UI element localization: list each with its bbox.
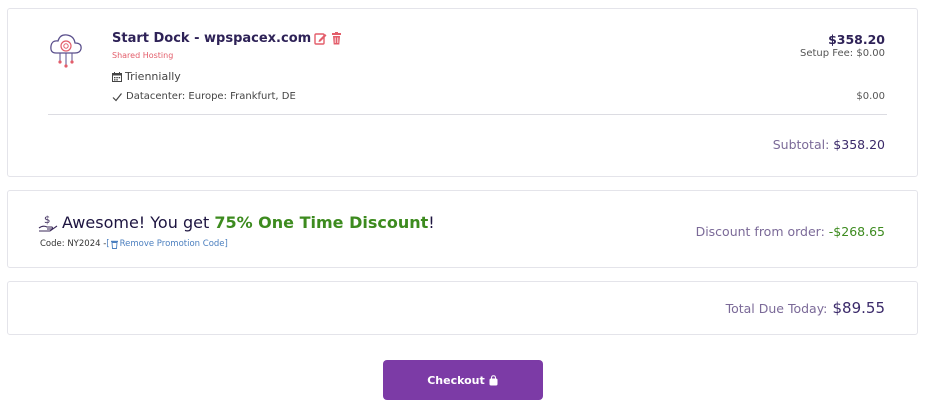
discount-card: $ Awesome! You get 75% One Time Discount… <box>7 190 918 268</box>
total-card: Total Due Today: $89.55 <box>7 281 918 335</box>
subtotal: Subtotal: $358.20 <box>773 137 885 152</box>
total-due: Total Due Today: $89.55 <box>726 298 885 317</box>
total-due-label: Total Due Today: <box>725 301 828 316</box>
cloud-server-icon <box>50 34 82 68</box>
product-name-text: Start Dock - wpspacex.com <box>112 31 312 46</box>
svg-text:$: $ <box>44 215 50 226</box>
edit-icon[interactable] <box>314 32 327 45</box>
config-option-price: $0.00 <box>856 91 885 102</box>
trash-icon[interactable] <box>330 32 343 45</box>
discount-amount: Discount from order: -$268.65 <box>696 224 885 239</box>
discount-amount-label: Discount from order: <box>695 224 825 239</box>
product-name: Start Dock - wpspacex.com <box>112 31 343 46</box>
divider <box>48 114 887 115</box>
subtotal-value: $358.20 <box>833 137 885 152</box>
total-due-value: $89.55 <box>832 299 886 317</box>
product-price: $358.20 <box>828 32 885 47</box>
discount-suffix: ! <box>428 213 435 232</box>
product-group: Shared Hosting <box>112 51 174 60</box>
trash-icon <box>110 240 118 249</box>
discount-highlight: 75% One Time Discount <box>214 213 429 232</box>
money-hand-icon: $ <box>38 215 58 232</box>
remove-promo-link[interactable]: [ Remove Promotion Code] <box>106 239 228 249</box>
promo-code-line: Code: NY2024 - [ Remove Promotion Code] <box>40 239 228 249</box>
promo-code-label: Code: NY2024 - <box>40 239 107 249</box>
checkout-button[interactable]: Checkout <box>383 360 543 400</box>
shopping-bag-icon <box>489 374 498 385</box>
check-icon <box>112 92 122 101</box>
checkout-label: Checkout <box>427 373 485 387</box>
subtotal-label: Subtotal: <box>772 137 830 152</box>
config-option-text: Datacenter: Europe: Frankfurt, DE <box>126 91 296 102</box>
discount-amount-value: -$268.65 <box>828 224 885 239</box>
discount-headline: Awesome! You get 75% One Time Discount! <box>62 213 435 232</box>
billing-cycle-text: Triennially <box>125 70 181 83</box>
discount-prefix: Awesome! You get <box>62 213 215 232</box>
calendar-icon <box>112 71 122 82</box>
remove-promo-label: Remove Promotion Code <box>119 239 225 249</box>
cart-item-card: Start Dock - wpspacex.com Shared Hosting… <box>7 8 918 177</box>
billing-cycle: Triennially <box>112 70 181 83</box>
config-option: Datacenter: Europe: Frankfurt, DE <box>112 91 296 102</box>
setup-fee: Setup Fee: $0.00 <box>800 48 885 59</box>
